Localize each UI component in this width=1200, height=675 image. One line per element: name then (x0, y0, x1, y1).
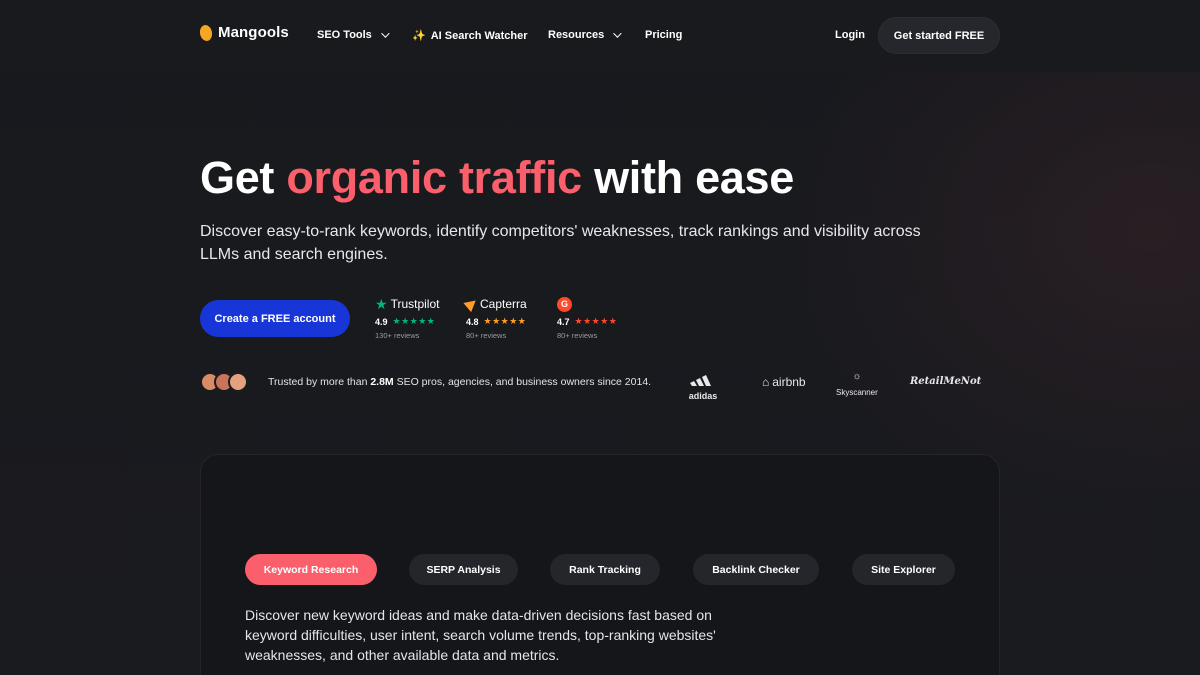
adidas-stripes-icon (690, 375, 711, 386)
g2-rating: 4.7 (557, 316, 570, 327)
skyscanner-logo: ☼ Skyscanner (836, 372, 878, 400)
airbnb-belo-icon: ⌂ (762, 375, 770, 389)
capterra-rating: 4.8 (466, 316, 479, 327)
g2-rating-line: 4.7 ★★★★★ (557, 316, 617, 327)
capterra-rating-line: 4.8 ★★★★★ (466, 316, 527, 327)
nav-resources-label: Resources (548, 29, 605, 41)
airbnb-logo: ⌂ airbnb (762, 375, 806, 389)
trusted-by-text: Trusted by more than 2.8M SEO pros, agen… (268, 376, 651, 388)
sunrise-icon: ☼ (852, 371, 862, 382)
trustpilot-rating-line: 4.9 ★★★★★ (375, 316, 439, 327)
trustpilot-rating: 4.9 (375, 316, 388, 327)
nav-ai-search-watcher-label: AI Search Watcher (430, 29, 528, 42)
hero-title-post: with ease (581, 152, 794, 203)
login-link[interactable]: Login (835, 29, 865, 41)
capterra-review-count: 80+ reviews (466, 331, 507, 340)
mangools-logo[interactable]: Mangools (198, 23, 289, 42)
trust-highlight: 2.8M (370, 376, 394, 388)
mango-logo-icon (198, 23, 214, 42)
avatar (228, 372, 248, 392)
g2-brand: G (557, 296, 617, 312)
trustpilot-label: Trustpilot (390, 297, 440, 311)
sparkles-icon: ✨ (412, 30, 426, 42)
tab-backlink-checker[interactable]: Backlink Checker (693, 554, 819, 585)
hero-title: Get organic traffic with ease (200, 152, 794, 204)
capterra-arrow-icon (463, 295, 480, 313)
tab-site-explorer[interactable]: Site Explorer (852, 554, 955, 585)
capterra-stars-icon: ★★★★★ (483, 316, 527, 326)
tab-keyword-research[interactable]: Keyword Research (245, 554, 377, 585)
nav-ai-search-watcher[interactable]: ✨ AI Search Watcher (412, 29, 528, 43)
tab-rank-tracking[interactable]: Rank Tracking (550, 554, 660, 585)
g2-review[interactable]: G 4.7 ★★★★★ 80+ reviews (557, 296, 617, 340)
get-started-button[interactable]: Get started FREE (878, 17, 1000, 54)
nav-seo-tools[interactable]: SEO Tools (317, 29, 390, 41)
airbnb-logo-text: airbnb (772, 375, 806, 389)
logo-text: Mangools (218, 24, 289, 41)
g2-stars-icon: ★★★★★ (574, 316, 618, 326)
g2-logo-icon: G (557, 296, 572, 312)
nav-pricing[interactable]: Pricing (645, 29, 682, 41)
nav-resources[interactable]: Resources (548, 29, 622, 41)
hero-subtitle: Discover easy-to-rank keywords, identify… (200, 223, 921, 263)
trust-pre: Trusted by more than (268, 376, 371, 388)
capterra-label: Capterra (480, 297, 527, 311)
trustpilot-brand: ★ Trustpilot (375, 296, 439, 312)
capterra-brand: Capterra (463, 295, 527, 313)
trustpilot-review-count: 130+ reviews (375, 331, 420, 340)
retailmenot-logo: RetailMeNot (910, 376, 982, 387)
trustpilot-star-icon: ★ (375, 295, 388, 312)
feature-description: Discover new keyword ideas and make data… (245, 607, 716, 663)
trust-post: SEO pros, agencies, and business owners … (393, 376, 652, 388)
skyscanner-logo-text: Skyscanner (836, 388, 878, 397)
trustpilot-stars-icon: ★★★★★ (392, 316, 436, 326)
tab-serp-analysis[interactable]: SERP Analysis (409, 554, 518, 585)
hero-title-pre: Get (200, 152, 287, 203)
capterra-review[interactable]: Capterra 4.8 ★★★★★ 80+ reviews (463, 295, 527, 340)
nav-pricing-label: Pricing (645, 29, 683, 41)
nav-seo-tools-label: SEO Tools (317, 29, 372, 41)
create-free-account-button[interactable]: Create a FREE account (200, 300, 350, 337)
trustpilot-review[interactable]: ★ Trustpilot 4.9 ★★★★★ 130+ reviews (375, 296, 439, 341)
adidas-logo: adidas (688, 374, 718, 404)
user-avatars (200, 372, 248, 392)
g2-review-count: 80+ reviews (557, 331, 598, 340)
hero-title-accent: organic traffic (286, 152, 582, 203)
adidas-logo-text: adidas (688, 391, 718, 401)
